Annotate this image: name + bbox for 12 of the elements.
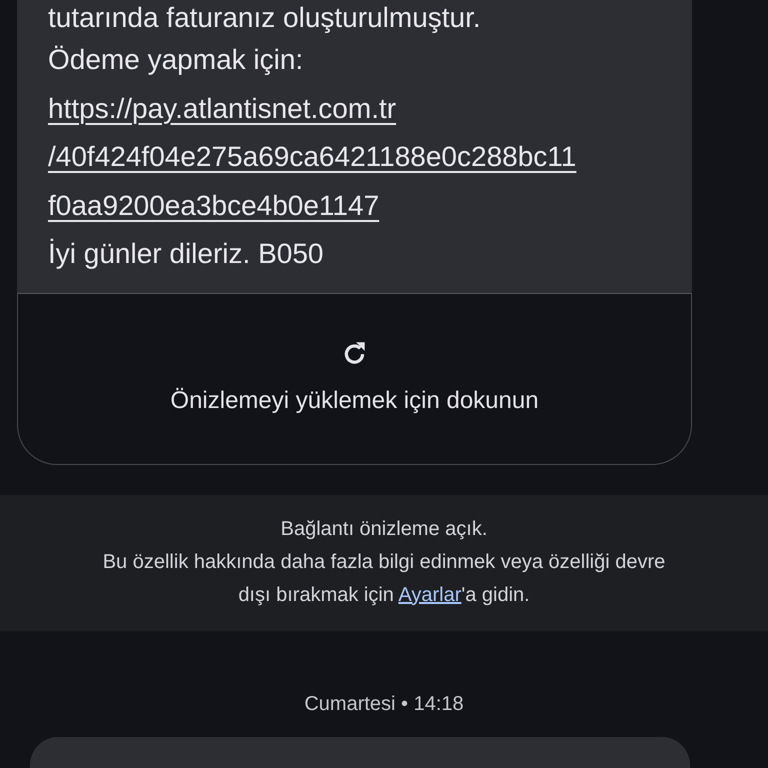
preview-label: Önizlemeyi yüklemek için dokunun [170,386,539,416]
message-link[interactable]: https://pay.atlantisnet.com.tr [48,84,672,133]
message-link[interactable]: f0aa9200ea3bce4b0e1147 [48,182,672,230]
link-preview[interactable]: Önizlemeyi yüklemek için dokunun [17,292,692,464]
message-link[interactable]: /40f424f04e275a69ca6421188e0c288bc11 [48,133,672,182]
date-separator: Cumartesi • 14:18 [303,692,465,716]
notice-title: Bağlantı önizleme açık. [280,516,488,542]
message-text: tutarında faturanız oluşturulmuştur. [48,1,482,35]
settings-link[interactable]: Ayarlar [398,584,462,606]
message-text: Ödeme yapmak için: [48,43,304,77]
message-text: İyi günler dileriz. B050 [48,237,324,271]
notice-text: Bu özellik hakkında daha fazla bilgi edinmek veya özelliği devre dışı bırakmak için Ayarlar'a gidin. [102,550,666,608]
